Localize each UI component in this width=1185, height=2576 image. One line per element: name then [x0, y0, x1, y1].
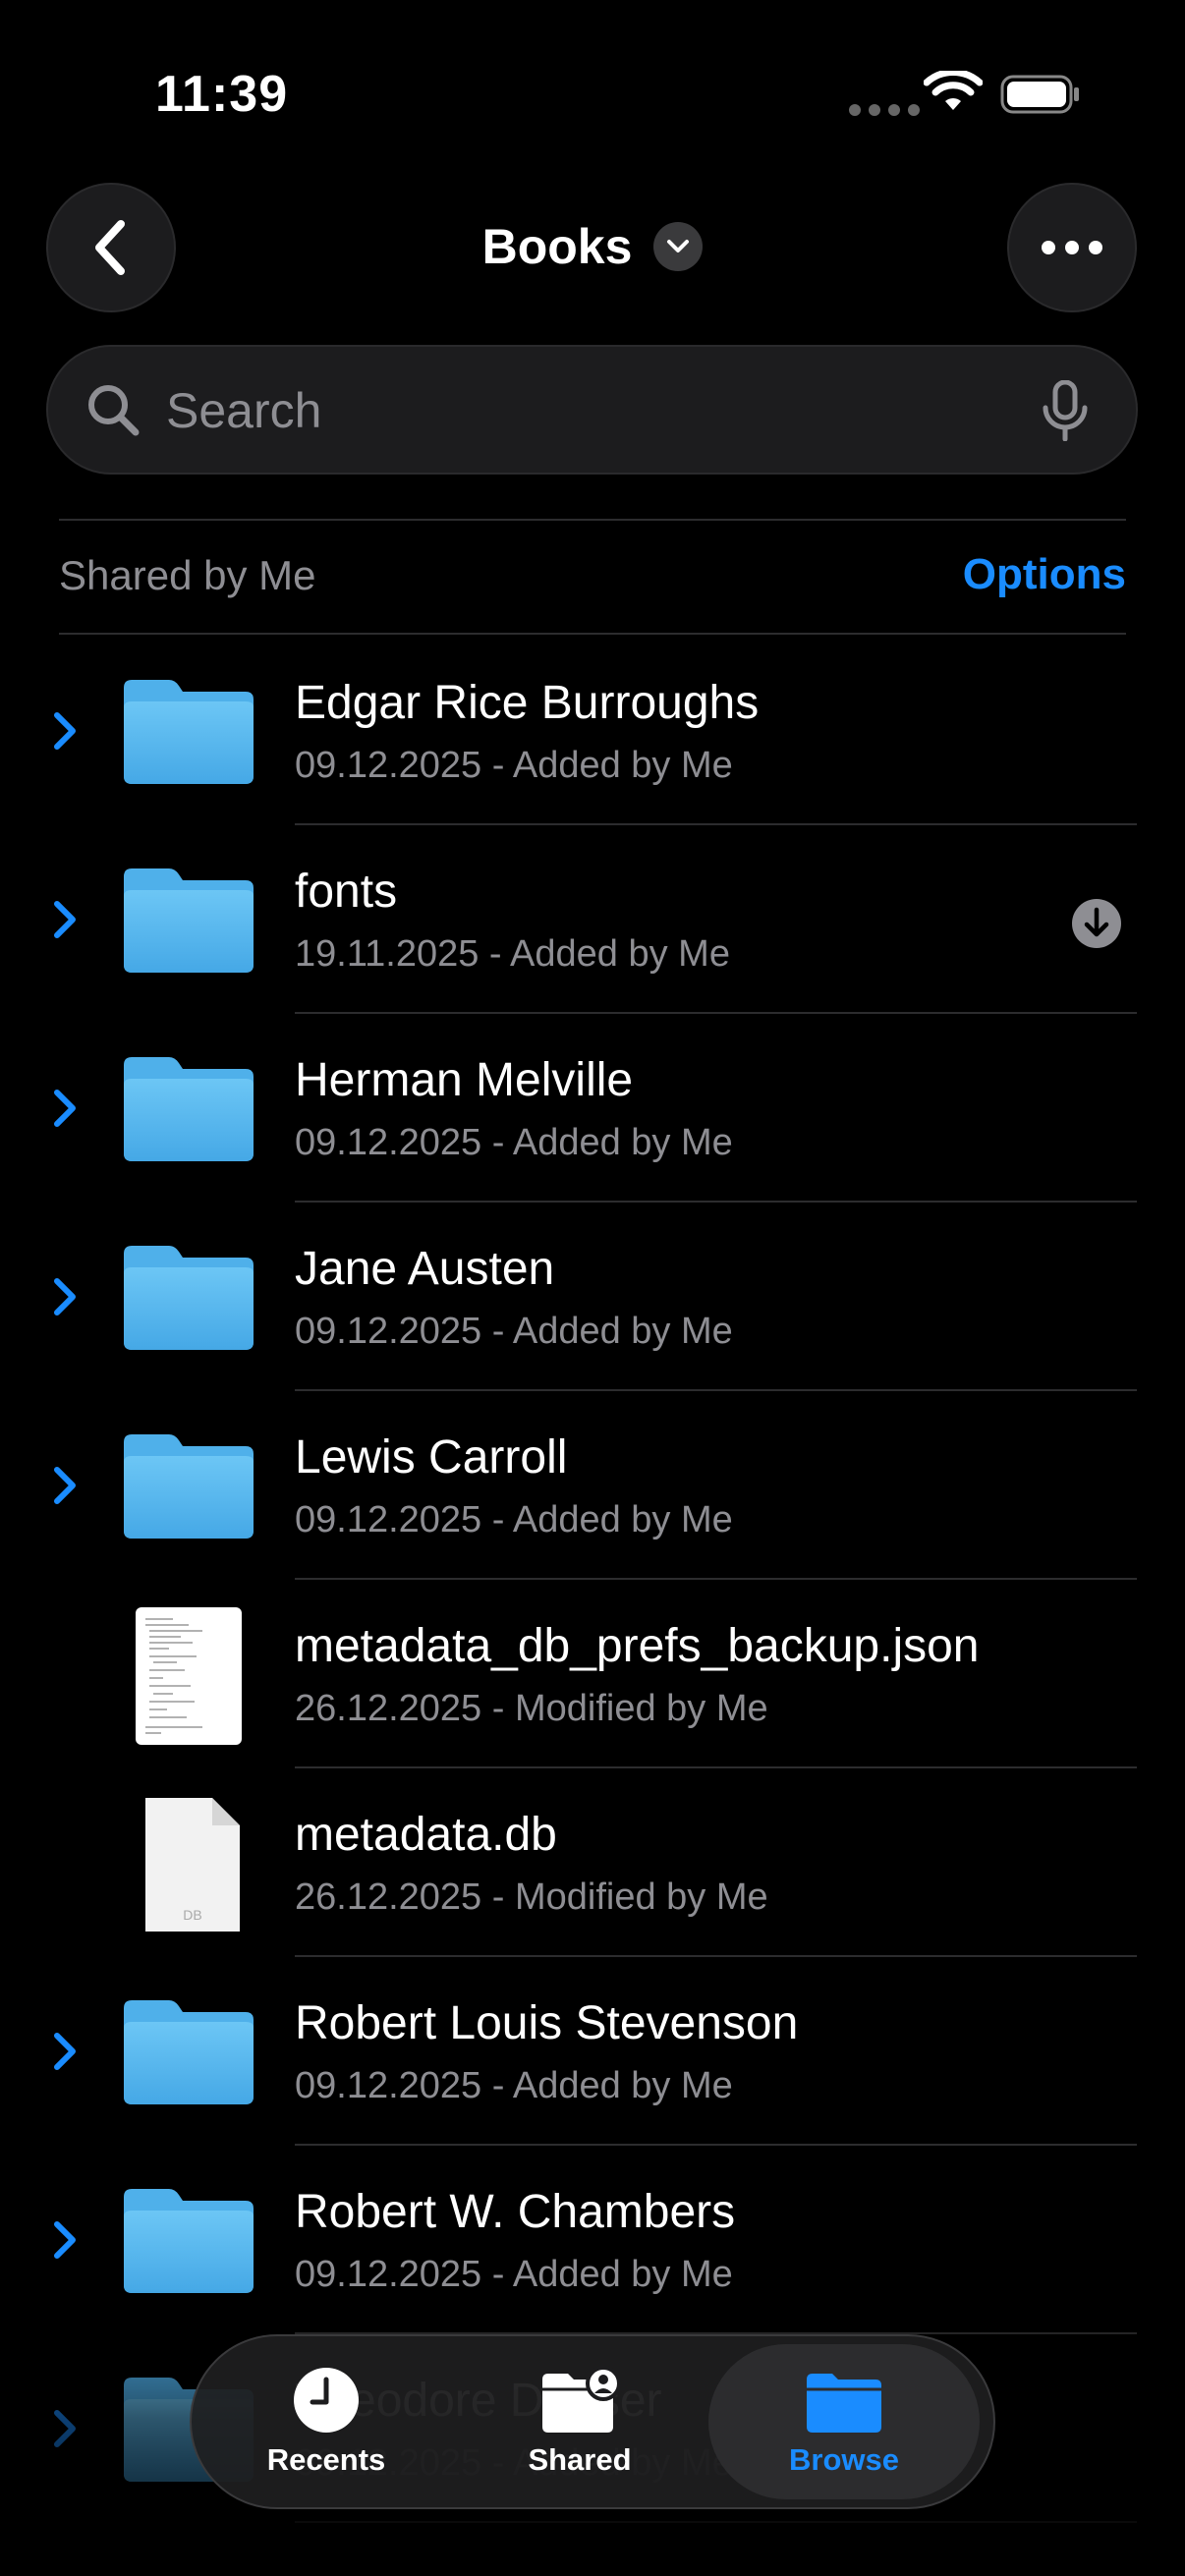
json-document-icon: [136, 1607, 242, 1745]
folder-icon: [124, 868, 254, 973]
folder-icon: [124, 680, 254, 784]
chevron-down-icon: [653, 222, 704, 271]
folder-icon: [124, 2000, 254, 2104]
svg-text:DB: DB: [183, 1907, 201, 1923]
ellipsis-icon: [1042, 241, 1102, 254]
section-header: Shared by Me Options: [59, 519, 1126, 635]
folder-icon: [124, 1246, 254, 1350]
folder-icon: [807, 2374, 881, 2433]
db-document-icon: DB: [145, 1798, 240, 1932]
tab-label: Shared: [528, 2442, 632, 2477]
status-bar: 11:39: [0, 0, 1185, 187]
file-name: metadata.db: [295, 1809, 557, 1861]
download-icon[interactable]: [1071, 898, 1122, 949]
file-name: Jane Austen: [295, 1243, 555, 1295]
file-name: Herman Melville: [295, 1054, 634, 1106]
folder-row[interactable]: Robert Louis Stevenson 09.12.2025 - Added…: [0, 1957, 1185, 2146]
file-meta: 19.11.2025 - Added by Me: [295, 933, 730, 975]
chevron-right-icon[interactable]: [51, 2220, 79, 2260]
tab-recents[interactable]: Recents: [203, 2344, 449, 2499]
file-meta: 26.12.2025 - Modified by Me: [295, 1876, 768, 1918]
chevron-right-icon[interactable]: [51, 900, 79, 939]
options-button[interactable]: Options: [963, 550, 1126, 599]
search-input[interactable]: [164, 372, 1013, 449]
file-row[interactable]: DB metadata.db 26.12.2025 - Modified by M…: [0, 1768, 1185, 1957]
folder-icon: [124, 2189, 254, 2293]
file-name: Lewis Carroll: [295, 1431, 568, 1484]
folder-row[interactable]: fonts 19.11.2025 - Added by Me: [0, 825, 1185, 1014]
chevron-right-icon[interactable]: [51, 1277, 79, 1316]
tab-shared[interactable]: Shared: [457, 2344, 703, 2499]
battery-icon: [1000, 75, 1079, 114]
search-bar[interactable]: [46, 345, 1138, 475]
shared-folder-icon: [542, 2366, 621, 2433]
file-meta: 09.12.2025 - Added by Me: [295, 1311, 733, 1352]
section-title: Shared by Me: [59, 552, 316, 598]
file-meta: 09.12.2025 - Added by Me: [295, 2065, 733, 2106]
wifi-icon: [924, 71, 983, 110]
folder-icon: [124, 1057, 254, 1161]
cellular-signal-icon: [849, 104, 920, 116]
tab-label: Browse: [789, 2442, 899, 2477]
search-icon: [88, 385, 140, 436]
folder-row[interactable]: Edgar Rice Burroughs 09.12.2025 - Added b…: [0, 637, 1185, 825]
tab-browse[interactable]: Browse: [708, 2344, 980, 2499]
file-meta: 09.12.2025 - Added by Me: [295, 1122, 733, 1163]
more-options-button[interactable]: [1007, 183, 1137, 312]
chevron-right-icon[interactable]: [51, 711, 79, 751]
folder-row[interactable]: Jane Austen 09.12.2025 - Added by Me: [0, 1203, 1185, 1391]
tab-bar: Recents Shared Browse: [190, 2334, 995, 2509]
chevron-right-icon[interactable]: [51, 1089, 79, 1128]
status-time: 11:39: [155, 66, 289, 123]
chevron-right-icon[interactable]: [51, 2032, 79, 2071]
folder-icon: [124, 1434, 254, 1539]
page-title: Books: [481, 219, 633, 274]
clock-icon: [294, 2368, 359, 2433]
file-row[interactable]: metadata_db_prefs_backup.json 26.12.2025 …: [0, 1580, 1185, 1768]
tab-label: Recents: [266, 2442, 386, 2477]
file-list: Edgar Rice Burroughs 09.12.2025 - Added b…: [0, 637, 1185, 2523]
file-name: fonts: [295, 866, 398, 918]
microphone-icon[interactable]: [1041, 380, 1090, 441]
file-name: Robert W. Chambers: [295, 2186, 736, 2238]
file-name: Edgar Rice Burroughs: [295, 677, 760, 729]
folder-row[interactable]: Lewis Carroll 09.12.2025 - Added by Me: [0, 1391, 1185, 1580]
chevron-right-icon[interactable]: [51, 1466, 79, 1505]
file-name: Robert Louis Stevenson: [295, 1997, 799, 2049]
file-name: metadata_db_prefs_backup.json: [295, 1620, 980, 1672]
folder-row[interactable]: Herman Melville 09.12.2025 - Added by Me: [0, 1014, 1185, 1203]
file-meta: 09.12.2025 - Added by Me: [295, 745, 733, 786]
file-meta: 09.12.2025 - Added by Me: [295, 1499, 733, 1540]
file-meta: 26.12.2025 - Modified by Me: [295, 1688, 768, 1729]
